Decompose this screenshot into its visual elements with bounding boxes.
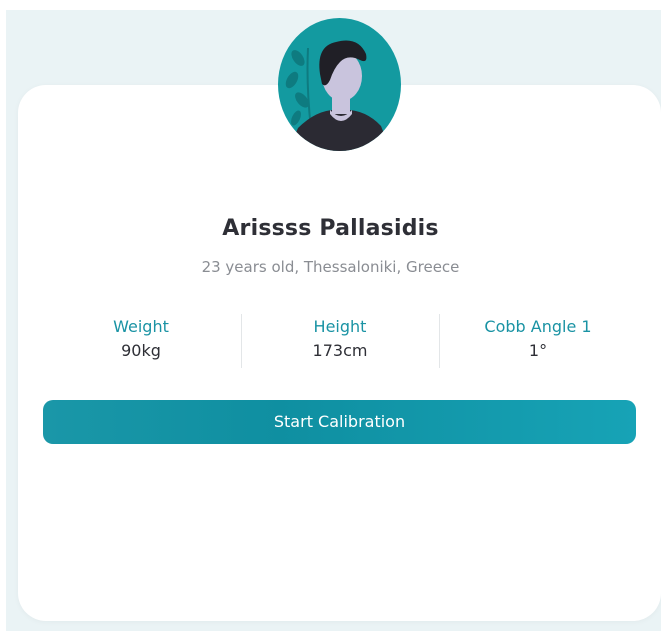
avatar <box>278 18 401 151</box>
stat-cobb-angle: Cobb Angle 1 1° <box>440 317 636 362</box>
profile-subtitle: 23 years old, Thessaloniki, Greece <box>201 258 460 276</box>
start-calibration-button[interactable]: Start Calibration <box>43 400 636 444</box>
stat-value: 173cm <box>312 341 368 360</box>
stat-value: 90kg <box>121 341 161 360</box>
stat-label: Weight <box>113 317 169 336</box>
stat-label: Height <box>313 317 367 336</box>
stat-weight: Weight 90kg <box>43 317 239 362</box>
user-avatar-icon <box>278 18 401 151</box>
stat-value: 1° <box>528 341 548 360</box>
stat-height: Height 173cm <box>242 317 438 362</box>
profile-name: Arissss Pallasidis <box>222 216 439 241</box>
stat-label: Cobb Angle 1 <box>484 317 592 336</box>
